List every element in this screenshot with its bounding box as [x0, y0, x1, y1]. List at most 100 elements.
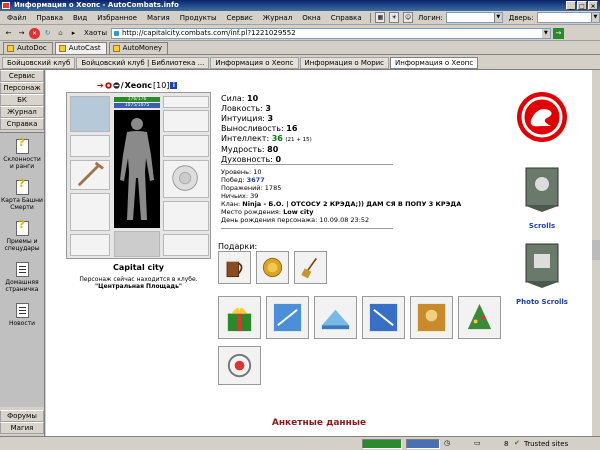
clock-icon[interactable]: ◷ [444, 439, 458, 449]
helmet-slot[interactable] [70, 96, 110, 132]
close-button[interactable]: × [588, 1, 598, 10]
panel-tab-character[interactable]: Персонаж [0, 82, 44, 94]
belt-slot[interactable] [70, 234, 110, 256]
earring-slot[interactable] [163, 96, 209, 108]
gift-tree[interactable] [458, 296, 501, 339]
gloves-slot[interactable] [163, 135, 209, 157]
panel-tab-bk[interactable]: БК [0, 94, 44, 106]
card-icon [273, 303, 302, 332]
menu-products[interactable]: Продукты [175, 11, 222, 25]
chevron-down-icon[interactable]: ▼ [590, 13, 599, 22]
minimize-button[interactable]: _ [566, 1, 576, 10]
menu-favorites[interactable]: Избранное [92, 11, 142, 25]
toolbar-grid-icon[interactable]: ▦ [375, 12, 386, 23]
window-tab-library[interactable]: Бойцовский клуб | Библиотека ... [76, 56, 210, 69]
window-tab-info-kheops[interactable]: Информация о Хеопс [210, 56, 299, 69]
tab-label: AutoDoc [17, 44, 47, 52]
door-combo[interactable]: ▼ [536, 12, 600, 23]
stop-icon[interactable]: × [29, 27, 40, 39]
boots-slot[interactable] [114, 231, 160, 257]
weapon-slot[interactable] [70, 160, 110, 190]
menu-windows[interactable]: Окна [297, 11, 326, 25]
maximize-button[interactable]: □ [577, 1, 587, 10]
scrolls-label[interactable]: Scrolls [512, 222, 572, 230]
boots-slot-right[interactable] [163, 234, 209, 256]
link-home-page[interactable]: Домашняя страничка [0, 262, 44, 293]
gift-card-3[interactable] [362, 296, 405, 339]
alignment-emblem[interactable] [515, 90, 569, 144]
crutch-icon [77, 161, 104, 187]
scrolls-banner[interactable] [522, 166, 562, 212]
go-button[interactable]: → [552, 27, 564, 39]
info-icon[interactable]: i [170, 82, 178, 89]
panel-tab-magic[interactable]: Магия [0, 422, 44, 434]
window-controls: _ □ × [566, 1, 598, 10]
menu-bar: Файл Правка Вид Избранное Магия Продукты… [0, 11, 600, 25]
panel-tab-forums[interactable]: Форумы [0, 410, 44, 422]
gift-present[interactable] [218, 296, 261, 339]
shield-slot[interactable] [163, 160, 209, 198]
question-icon [15, 139, 29, 154]
menu-service[interactable]: Сервис [222, 11, 258, 25]
refresh-icon[interactable]: ↻ [42, 28, 53, 39]
panel-tab-journal[interactable]: Журнал [0, 106, 44, 118]
menu-view[interactable]: Вид [68, 11, 92, 25]
toolbar-sun-icon[interactable]: ☀ [389, 12, 400, 23]
chevron-down-icon[interactable]: ▼ [541, 28, 550, 38]
favorites-icon[interactable]: ▸ [68, 28, 79, 39]
link-news[interactable]: Новости [0, 303, 44, 327]
app-icon [2, 2, 10, 9]
link-label: Домашняя страничка [5, 279, 39, 293]
home-icon[interactable]: ⌂ [55, 28, 66, 39]
armor-slot[interactable] [70, 193, 110, 231]
stat-intuition: Интуиция: 3 [221, 114, 411, 124]
info-value: 10 [253, 168, 262, 176]
ring-slots[interactable] [163, 110, 209, 132]
tab-autodoc[interactable]: AutoDoc [3, 42, 53, 54]
menu-help[interactable]: Справка [326, 11, 367, 25]
divider [221, 228, 393, 229]
photo-scrolls-banner[interactable] [522, 242, 562, 288]
address-input[interactable]: http://capitalcity.combats.com/inf.pl?12… [110, 27, 551, 39]
gift-photo[interactable] [410, 296, 453, 339]
back-icon[interactable]: ← [3, 28, 14, 39]
link-techniques[interactable]: Приемы и спецудары [0, 221, 44, 252]
menu-file[interactable]: Файл [2, 11, 31, 25]
monitor-icon: ▭ [474, 439, 481, 447]
link-alignments[interactable]: Склонности и ранги [0, 139, 44, 170]
panel-tab-service[interactable]: Сервис [0, 70, 44, 82]
menu-magic[interactable]: Магия [142, 11, 175, 25]
stat-value: 36 [271, 134, 283, 143]
stat-value: 10 [247, 94, 259, 103]
gift-card-2[interactable] [314, 296, 357, 339]
login-combo[interactable]: ▼ [445, 12, 503, 23]
forward-icon[interactable]: → [16, 28, 27, 39]
info-value: 39 [250, 192, 259, 200]
gift-ornament[interactable] [218, 346, 261, 385]
vertical-scrollbar[interactable] [592, 70, 600, 436]
photo-scrolls-label[interactable]: Photo Scrolls [512, 298, 572, 306]
window-tab-info-kheops-active[interactable]: Информация о Хеопс [390, 56, 479, 69]
link-death-tower-map[interactable]: Карта Башни Смерти [0, 180, 44, 211]
info-value[interactable]: Ninja - Б.О. | ОТСОСУ 2 КРЭДА;)) ДАМ СЯ … [242, 200, 461, 208]
gift-broom[interactable] [294, 251, 327, 284]
chevron-down-icon[interactable]: ▼ [493, 13, 502, 22]
tab-automoney[interactable]: AutoMoney [108, 42, 169, 54]
gift-coin[interactable] [256, 251, 289, 284]
window-tab-info-moris[interactable]: Информация о Морис [299, 56, 390, 69]
info-birthplace: Место рождения: Low city [221, 208, 481, 216]
window-tab-club[interactable]: Бойцовский клуб [2, 56, 76, 69]
leggings-slot[interactable] [163, 201, 209, 231]
gift-mug[interactable] [218, 251, 251, 284]
gift-card-1[interactable] [266, 296, 309, 339]
panel-tab-help[interactable]: Справка [0, 118, 44, 130]
favorites-label[interactable]: Хаоты [84, 29, 107, 37]
menu-edit[interactable]: Правка [31, 11, 68, 25]
toolbar-user-icon[interactable]: ☺ [403, 12, 413, 23]
gifts-label: Подарки: [218, 242, 258, 251]
menu-journal[interactable]: Журнал [258, 11, 297, 25]
divider [221, 164, 393, 165]
tree-icon [467, 303, 492, 330]
amulet-slot[interactable] [70, 135, 110, 157]
tab-autocast[interactable]: AutoCast [54, 42, 107, 54]
